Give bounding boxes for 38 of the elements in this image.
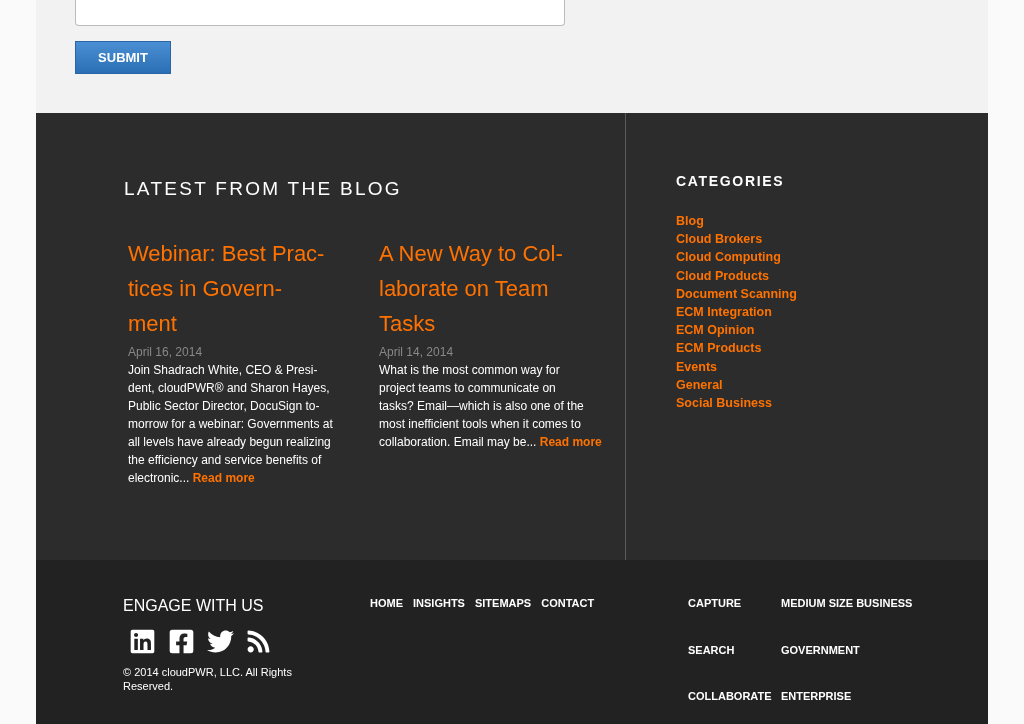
post-excerpt: Join Shadrach White, CEO & Presi- dent, cloudPWR® and Sharon Hayes, Public Sector Director, DocuSign to- morrow for a webinar: Governments at all levels have already begun realizing the efficiency and service benefits of electronic... Read more xyxy=(128,362,334,487)
footer-link[interactable]: MEDIUM SIZE BUSINESS xyxy=(781,596,913,610)
category-link[interactable]: Cloud Products xyxy=(676,266,770,285)
facebook-icon[interactable] xyxy=(168,628,195,655)
footer-link[interactable]: COLLABORATE xyxy=(688,689,772,704)
rss-icon[interactable] xyxy=(246,629,271,654)
footer-link[interactable]: SEARCH xyxy=(688,642,735,657)
footer-link[interactable]: GOVERNMENT xyxy=(781,642,860,657)
post-date: April 14, 2014 xyxy=(379,344,455,361)
post-excerpt: What is the most common way for project teams to communicate on tasks? Email—which is also one of the most inefficient tools when it comes to collaboration. Email may be... Read more xyxy=(379,362,603,451)
footer-nav-link[interactable]: CONTACT xyxy=(541,596,595,610)
twitter-icon[interactable] xyxy=(207,628,234,655)
footer-link[interactable]: ENTERPRISE xyxy=(781,689,852,704)
engage-heading: ENGAGE WITH US xyxy=(123,596,265,616)
categories-heading: CATEGORIES xyxy=(676,172,786,191)
post-title[interactable]: A New Way to Col- laborate on Team Tasks xyxy=(379,236,614,341)
category-link[interactable]: Cloud Brokers xyxy=(676,230,763,249)
category-link[interactable]: Blog xyxy=(676,212,704,231)
category-link[interactable]: ECM Integration xyxy=(676,303,772,322)
footer-nav-link[interactable]: SITEMAPS xyxy=(474,596,532,610)
blog-heading: LATEST FROM THE BLOG xyxy=(124,179,403,198)
category-link[interactable]: Events xyxy=(676,357,717,376)
category-link[interactable]: ECM Opinion xyxy=(676,321,755,340)
read-more-link[interactable]: Read more xyxy=(192,471,255,485)
category-link[interactable]: Cloud Computing xyxy=(676,248,781,267)
copyright-text: © 2014 cloudPWR, LLC. All Rights Reserved. xyxy=(123,665,293,693)
linkedin-icon[interactable] xyxy=(129,628,156,655)
category-link[interactable]: General xyxy=(676,375,723,395)
category-link[interactable]: Social Business xyxy=(676,394,772,413)
footer-nav-link[interactable]: INSIGHTS xyxy=(413,596,465,610)
footer-nav-link[interactable]: HOME xyxy=(370,596,403,610)
post-date: April 16, 2014 xyxy=(128,344,204,361)
category-link[interactable]: ECM Products xyxy=(676,339,762,358)
submit-button[interactable]: SUBMIT xyxy=(75,41,171,74)
category-link[interactable]: Document Scanning xyxy=(676,284,797,303)
footer-link[interactable]: CAPTURE xyxy=(688,596,742,610)
read-more-link[interactable]: Read more xyxy=(539,435,602,449)
post-title[interactable]: Webinar: Best Prac- tices in Govern- ment xyxy=(128,236,363,341)
